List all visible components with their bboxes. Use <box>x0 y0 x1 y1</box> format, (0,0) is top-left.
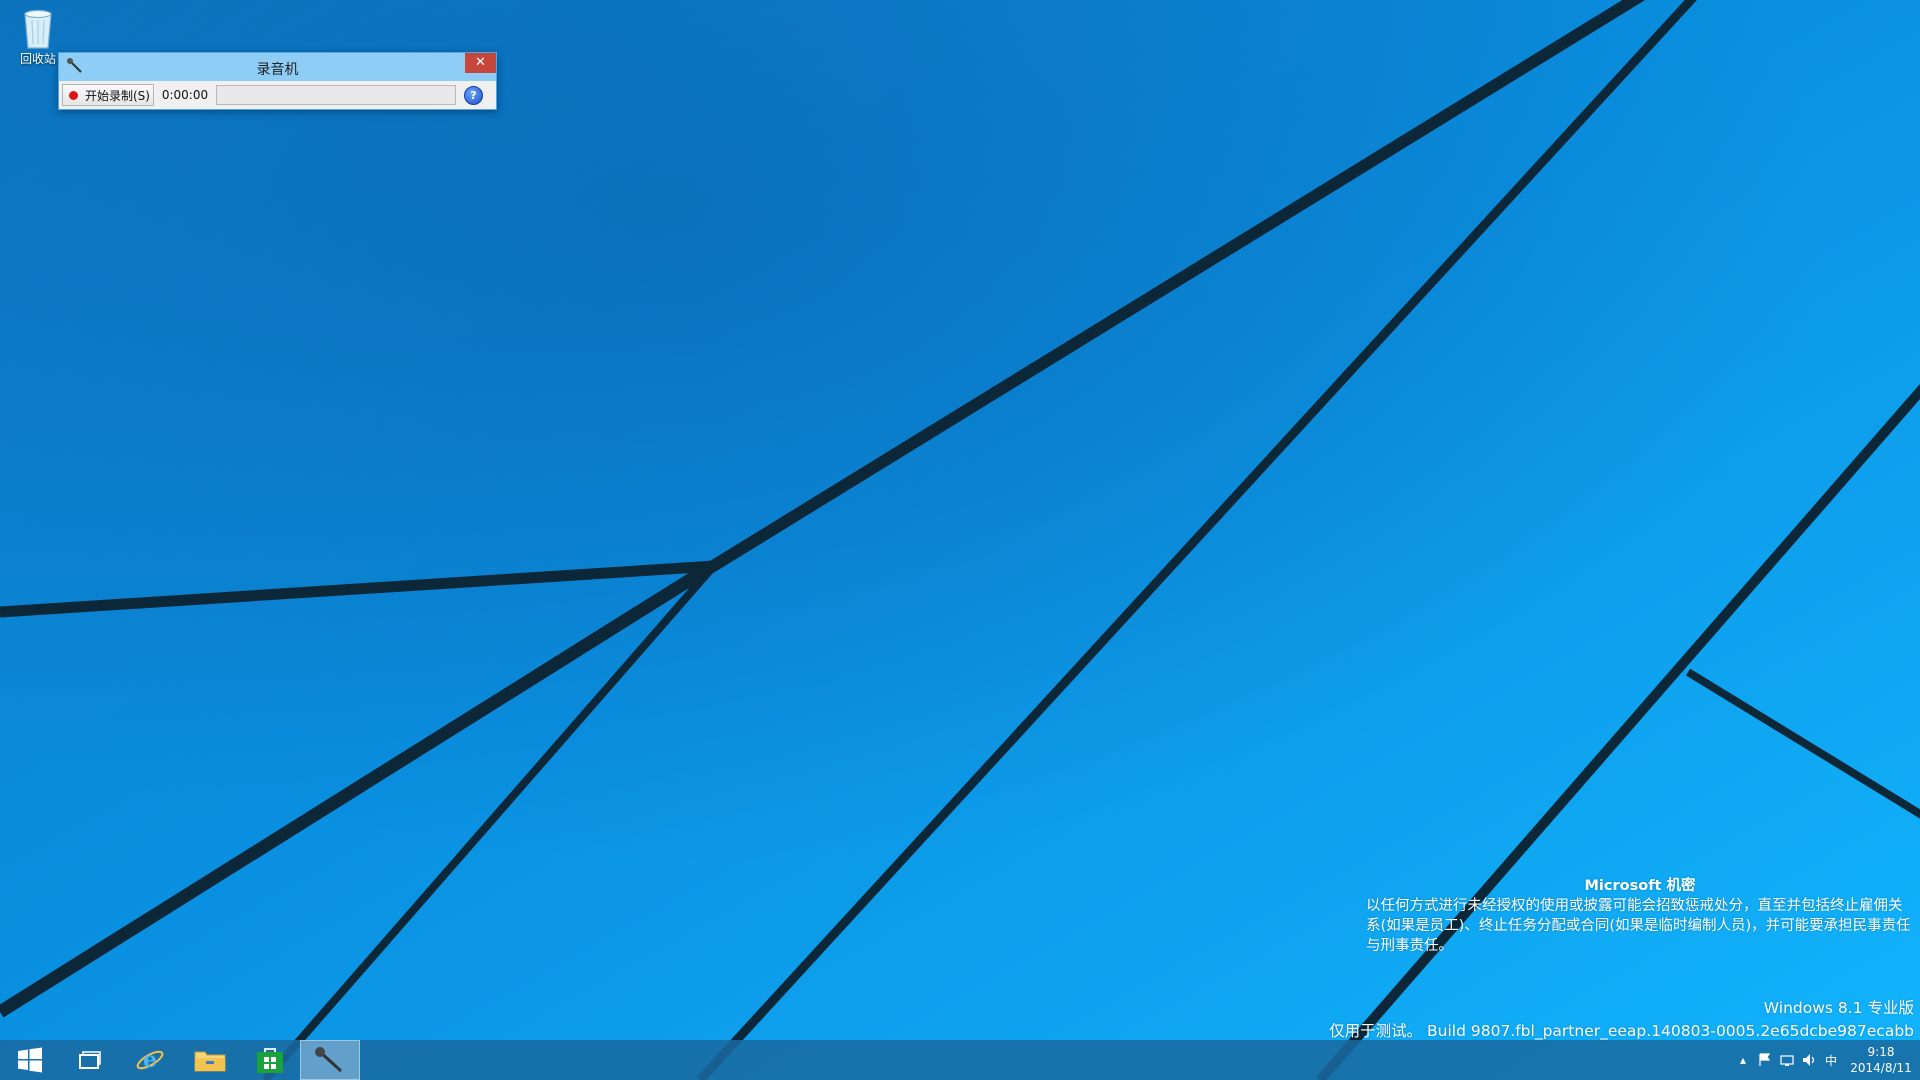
store-icon <box>257 1048 283 1073</box>
action-center-button[interactable] <box>1754 1040 1776 1080</box>
volume-button[interactable] <box>1798 1040 1820 1080</box>
watermark-title: Microsoft 机密 <box>1584 878 1696 894</box>
speaker-icon <box>1803 1054 1815 1066</box>
sound-recorder-window: 录音机 ✕ 开始录制(S) 0:00:00 ? <box>58 52 497 110</box>
taskbar-internet-explorer[interactable]: e <box>120 1040 180 1080</box>
windows-logo-icon <box>18 1047 42 1073</box>
clock-time: 9:18 <box>1867 1045 1895 1059</box>
task-view-button[interactable] <box>60 1040 120 1080</box>
watermark-body: 以任何方式进行未经授权的使用或披露可能会招致惩戒处分，直至并包括终止雇佣关系(如… <box>1366 898 1911 954</box>
start-recording-label: 开始录制(S) <box>85 88 150 103</box>
watermark-edition: Windows 8.1 专业版 <box>1763 999 1914 1017</box>
desktop-icon-recycle-bin[interactable]: 回收站 <box>14 6 62 67</box>
recycle-bin-icon <box>24 9 52 49</box>
close-button[interactable]: ✕ <box>465 53 496 73</box>
svg-text:e: e <box>143 1047 157 1073</box>
taskbar-clock[interactable]: 9:18 2014/8/11 <box>1842 1044 1920 1076</box>
task-view-icon <box>79 1051 101 1069</box>
elapsed-time: 0:00:00 <box>161 88 209 102</box>
taskbar: e ▴ 中 9:18 2014/8/11 <box>0 1040 1920 1080</box>
taskbar-store[interactable] <box>240 1040 300 1080</box>
help-button[interactable]: ? <box>464 85 483 105</box>
input-method-button[interactable]: 中 <box>1820 1040 1842 1080</box>
start-button[interactable] <box>0 1040 60 1080</box>
recycle-bin-label: 回收站 <box>19 52 56 66</box>
taskbar-sound-recorder[interactable] <box>300 1040 360 1080</box>
show-hidden-icons-button[interactable]: ▴ <box>1732 1040 1754 1080</box>
record-icon <box>69 90 78 100</box>
ie-icon: e <box>136 1047 164 1073</box>
window-title-bar[interactable]: 录音机 ✕ <box>59 53 496 81</box>
network-button[interactable] <box>1776 1040 1798 1080</box>
watermark-build: 仅用于测试。 Build 9807.fbl_partner_eeap.14080… <box>1329 1022 1914 1040</box>
window-title: 录音机 <box>256 62 299 78</box>
recorder-controls: 开始录制(S) 0:00:00 ? <box>59 81 496 109</box>
microphone-icon <box>315 1047 343 1073</box>
taskbar-file-explorer[interactable] <box>180 1040 240 1080</box>
folder-icon <box>194 1051 226 1072</box>
network-icon <box>1780 1055 1794 1066</box>
chevron-up-icon: ▴ <box>1739 1053 1747 1067</box>
start-recording-button[interactable]: 开始录制(S) <box>62 84 154 106</box>
clock-date: 2014/8/11 <box>1850 1061 1912 1075</box>
recording-level-bar <box>216 85 456 105</box>
system-tray: ▴ 中 9:18 2014/8/11 <box>1732 1040 1920 1080</box>
flag-icon <box>1759 1053 1771 1066</box>
